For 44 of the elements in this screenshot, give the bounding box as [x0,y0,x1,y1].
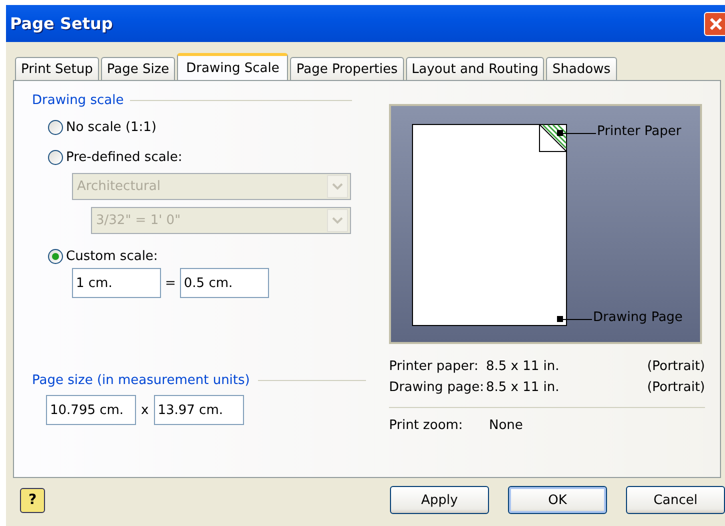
info-value: 8.5 x 11 in. [486,380,560,395]
radio-button[interactable] [48,150,63,165]
preview-label: Printer Paper [597,124,682,139]
info-value: None [489,418,524,433]
radio-label: Custom scale: [66,249,158,264]
info-label: Drawing page: [389,380,486,395]
preview-label: Drawing Page [593,310,683,325]
info-label: Print zoom: [389,418,464,433]
dialog-button[interactable]: Apply [390,486,489,514]
info-label: Printer paper: [389,359,480,374]
tab[interactable]: Layout and Routing [406,57,544,80]
radio-button[interactable] [48,249,63,264]
input-field[interactable]: 0.5 cm. [180,268,269,298]
printer-paper-corner-drawing [539,124,567,152]
input-field[interactable]: 10.795 cm. [46,395,136,425]
group-heading: Drawing scale [32,93,124,108]
input-field[interactable]: 13.97 cm. [154,395,244,425]
tab[interactable]: Drawing Scale [177,53,288,80]
dialog-button[interactable]: OK [508,486,607,514]
orientation-text: (Portrait) [647,380,705,395]
info-value: 8.5 x 11 in. [486,359,560,374]
tab[interactable]: Page Properties [290,57,404,80]
dialog-button[interactable]: Cancel [626,486,725,514]
times-sign: x [141,402,149,418]
chevron-down-icon [332,217,343,224]
close-button[interactable] [704,12,725,36]
tab[interactable]: Page Size [100,57,176,80]
tab[interactable]: Print Setup [15,57,99,80]
tab[interactable]: Shadows [546,57,616,80]
help-button[interactable]: ? [20,488,45,512]
input-field[interactable]: 1 cm. [72,268,161,298]
leader-line [563,133,596,134]
chevron-down-icon [332,183,343,190]
group-heading: Page size (in measurement units) [32,373,250,388]
handle-icon [557,316,563,322]
radio-label: Pre-defined scale: [66,150,182,165]
handle-icon [557,130,563,136]
close-icon [708,16,724,32]
leader-line [563,319,592,320]
radio-label: No scale (1:1) [66,120,157,135]
window-title: Page Setup [10,14,114,33]
orientation-text: (Portrait) [647,359,705,374]
equals-sign: = [165,276,176,290]
radio-button[interactable] [48,120,63,135]
